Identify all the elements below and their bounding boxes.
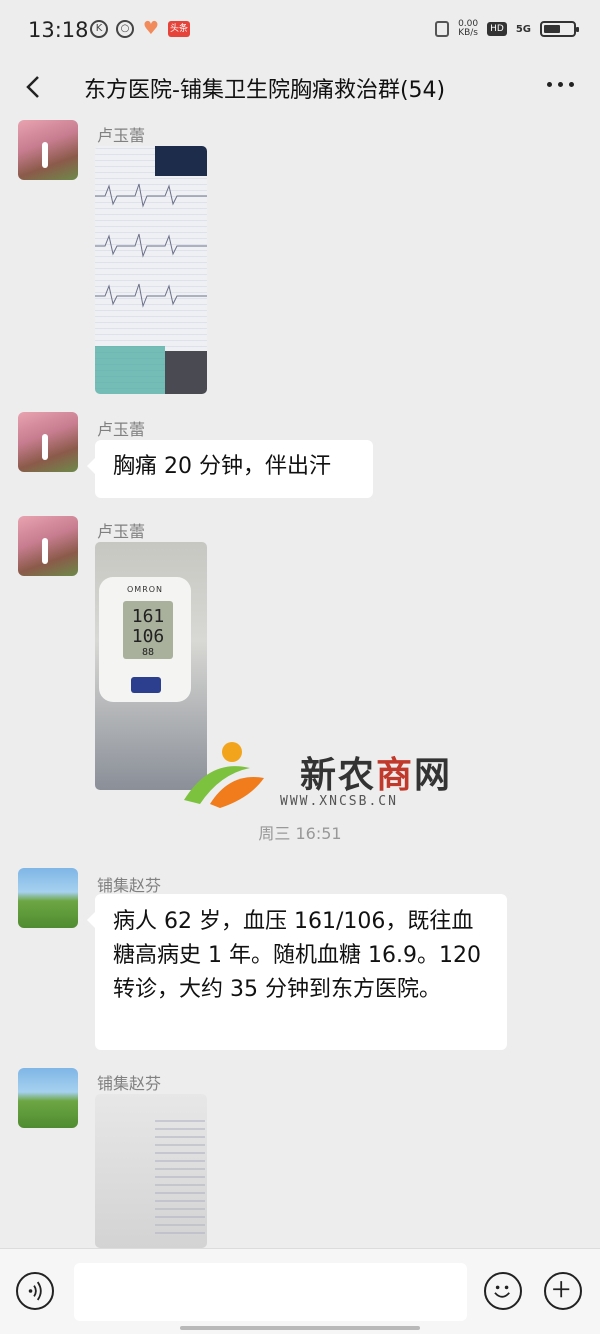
- battery-icon: [540, 21, 579, 37]
- avatar[interactable]: [18, 120, 78, 180]
- sender-name: 卢玉蕾: [97, 522, 146, 541]
- clock: 13:18: [28, 18, 89, 42]
- sender-name: 铺集赵芬: [97, 1074, 162, 1093]
- emoji-icon[interactable]: [484, 1272, 522, 1310]
- sender-name: 卢玉蕾: [97, 420, 146, 439]
- network-speed: 0.00 KB/s: [458, 19, 479, 38]
- more-options-icon[interactable]: [547, 82, 574, 87]
- watermark-title: 新农商网: [300, 754, 453, 796]
- k-app-icon: K: [90, 20, 108, 38]
- document-image[interactable]: [95, 1094, 207, 1248]
- message-bubble[interactable]: 胸痛 20 分钟，伴出汗: [87, 440, 373, 498]
- home-indicator: [180, 1326, 420, 1330]
- avatar[interactable]: [18, 412, 78, 472]
- bp-monitor: OMRON 161 106 88: [99, 577, 191, 702]
- voice-icon[interactable]: [16, 1272, 54, 1310]
- sync-icon: ○: [116, 20, 134, 38]
- bp-start-button: [131, 677, 161, 693]
- watermark: 新农商网 WWW.XNCSB.CN: [180, 738, 480, 818]
- vibrate-icon: [435, 21, 450, 37]
- hd-badge: HD: [487, 22, 507, 36]
- ecg-trace: [95, 146, 207, 394]
- chat-header: 东方医院-铺集卫生院胸痛救治群(54): [0, 62, 600, 114]
- chat-title: 东方医院-铺集卫生院胸痛救治群(54): [84, 78, 446, 103]
- signal-5g-icon: 5G: [515, 23, 531, 35]
- message-input[interactable]: [74, 1263, 467, 1321]
- watermark-logo: [184, 742, 264, 808]
- sender-name: 卢玉蕾: [97, 126, 146, 145]
- timestamp: 周三 16:51: [258, 824, 342, 843]
- input-bar: [0, 1248, 600, 1334]
- ecg-image[interactable]: [95, 146, 207, 394]
- avatar[interactable]: [18, 868, 78, 928]
- news-app-icon: 头条: [168, 21, 190, 37]
- plus-icon[interactable]: [544, 1272, 582, 1310]
- status-bar: 13:18 K ○ ♥ 头条 0.00 KB/s HD 5G: [0, 0, 600, 62]
- back-icon[interactable]: [20, 72, 50, 102]
- avatar[interactable]: [18, 516, 78, 576]
- sender-name: 铺集赵芬: [97, 876, 162, 895]
- bp-brand: OMRON: [127, 585, 164, 594]
- watermark-url: WWW.XNCSB.CN: [280, 794, 398, 809]
- heart-icon: ♥: [142, 18, 160, 39]
- message-bubble[interactable]: 病人 62 岁，血压 161/106，既往血糖高病史 1 年。随机血糖 16.9…: [87, 894, 507, 1050]
- bp-screen: 161 106 88: [123, 601, 173, 659]
- avatar[interactable]: [18, 1068, 78, 1128]
